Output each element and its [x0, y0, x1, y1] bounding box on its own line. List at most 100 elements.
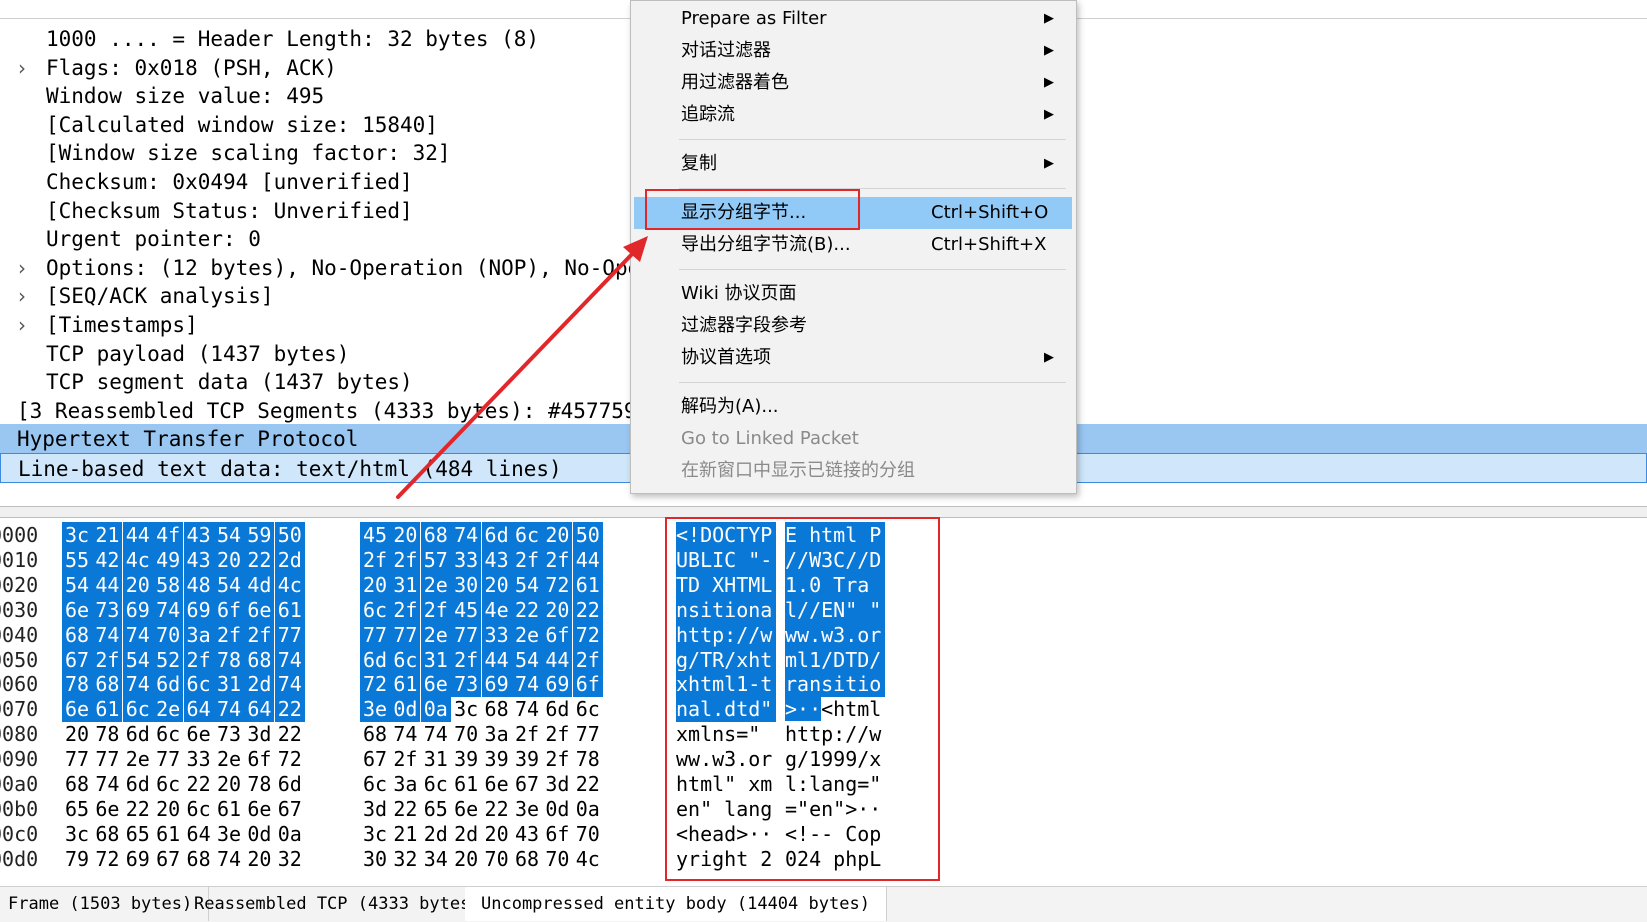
hex-byte[interactable]: 79: [62, 846, 92, 872]
hex-byte[interactable]: 68: [512, 846, 542, 872]
hex-byte[interactable]: 74: [214, 846, 244, 872]
hex-byte[interactable]: 6f: [244, 746, 274, 772]
hex-byte[interactable]: 6c: [153, 771, 183, 797]
hex-byte[interactable]: 4c: [122, 546, 153, 573]
hex-byte[interactable]: 20: [244, 846, 274, 872]
hex-byte[interactable]: 61: [390, 671, 421, 698]
menu-item[interactable]: 用过滤器着色 ▶: [631, 67, 1076, 99]
hex-byte[interactable]: 39: [482, 746, 512, 772]
hex-byte[interactable]: 78: [214, 646, 244, 673]
hex-byte[interactable]: 44: [481, 646, 512, 673]
hex-byte[interactable]: 68: [184, 846, 214, 872]
chevron-right-icon[interactable]: ›: [18, 281, 34, 311]
hex-byte[interactable]: 61: [274, 596, 305, 623]
hex-byte[interactable]: 77: [360, 621, 390, 648]
hex-byte[interactable]: 78: [62, 671, 92, 698]
hex-byte[interactable]: 45: [451, 596, 482, 623]
hex-byte[interactable]: 6c: [122, 696, 153, 723]
hex-byte[interactable]: 6d: [542, 696, 572, 722]
menu-item[interactable]: Wiki 协议页面: [631, 278, 1076, 310]
hex-byte[interactable]: 68: [244, 646, 275, 673]
hex-byte[interactable]: 4e: [481, 596, 512, 623]
hex-byte[interactable]: 3c: [62, 821, 92, 847]
hex-byte[interactable]: 2d: [274, 546, 305, 573]
hex-byte[interactable]: 77: [274, 621, 305, 648]
hex-byte[interactable]: 20: [62, 721, 92, 747]
hex-byte[interactable]: 2d: [421, 821, 451, 847]
hex-byte[interactable]: 4f: [153, 522, 184, 548]
hex-byte[interactable]: 52: [153, 646, 184, 673]
hex-byte[interactable]: 64: [184, 821, 214, 847]
hex-byte[interactable]: 0d: [542, 796, 572, 822]
hex-byte[interactable]: 43: [183, 546, 214, 573]
hex-byte[interactable]: 54: [214, 522, 244, 548]
hex-byte[interactable]: 61: [92, 696, 123, 723]
hex-byte[interactable]: 43: [481, 546, 512, 573]
hex-byte[interactable]: 70: [573, 821, 603, 847]
hex-byte[interactable]: 2f: [360, 546, 390, 573]
hex-byte[interactable]: 6e: [482, 771, 512, 797]
hex-byte[interactable]: 72: [572, 621, 603, 648]
hex-byte[interactable]: 33: [451, 546, 482, 573]
hex-byte[interactable]: 20: [360, 571, 390, 598]
hex-byte[interactable]: 6e: [451, 796, 481, 822]
hex-byte[interactable]: 45: [360, 522, 390, 548]
hex-byte[interactable]: 74: [512, 671, 542, 698]
hex-byte[interactable]: 3e: [214, 821, 244, 847]
hex-byte[interactable]: 20: [542, 522, 573, 548]
hex-byte[interactable]: 20: [481, 571, 512, 598]
hex-byte[interactable]: 2e: [123, 746, 153, 772]
hex-byte[interactable]: 70: [542, 846, 572, 872]
hex-byte[interactable]: 74: [92, 771, 122, 797]
hex-byte[interactable]: 74: [122, 621, 153, 648]
hex-byte[interactable]: 61: [153, 821, 183, 847]
hex-byte[interactable]: 22: [482, 796, 512, 822]
hex-byte[interactable]: 64: [183, 696, 214, 723]
hex-byte[interactable]: 69: [183, 596, 214, 623]
hex-byte[interactable]: 6d: [153, 671, 184, 698]
hex-byte[interactable]: 30: [360, 846, 390, 872]
hex-byte[interactable]: 74: [512, 696, 542, 722]
hex-byte[interactable]: 2d: [244, 671, 275, 698]
hex-byte[interactable]: 2e: [420, 571, 451, 598]
hex-byte[interactable]: 50: [572, 522, 603, 548]
hex-byte[interactable]: 33: [184, 746, 214, 772]
hex-byte[interactable]: 77: [451, 621, 482, 648]
hex-byte[interactable]: 2f: [542, 546, 573, 573]
hex-byte[interactable]: 74: [92, 621, 123, 648]
hex-byte[interactable]: 69: [123, 846, 153, 872]
hex-byte[interactable]: 31: [214, 671, 244, 698]
hex-byte[interactable]: 68: [420, 522, 451, 548]
hex-byte[interactable]: 44: [122, 522, 153, 548]
hex-byte[interactable]: 6d: [481, 522, 512, 548]
hex-byte[interactable]: 2e: [512, 621, 542, 648]
hex-byte[interactable]: 65: [62, 796, 92, 822]
hex-byte[interactable]: 39: [451, 746, 481, 772]
hex-byte[interactable]: 20: [390, 522, 421, 548]
menu-item[interactable]: Prepare as Filter ▶: [631, 3, 1076, 35]
context-menu[interactable]: Prepare as Filter ▶ 对话过滤器 ▶ 用过滤器着色 ▶ 追踪流 ▶ 复制 ▶ 显示…: [630, 0, 1077, 494]
hex-byte[interactable]: 6c: [183, 671, 214, 698]
hex-byte[interactable]: 20: [122, 571, 153, 598]
hex-byte[interactable]: 69: [542, 671, 573, 698]
hex-byte[interactable]: 2f: [572, 646, 603, 673]
hex-byte[interactable]: 67: [360, 746, 390, 772]
hex-byte[interactable]: 3d: [360, 796, 390, 822]
hex-byte[interactable]: 6d: [360, 646, 390, 673]
hex-byte[interactable]: 20: [451, 846, 481, 872]
hex-byte[interactable]: 77: [62, 746, 92, 772]
hex-byte[interactable]: 4d: [244, 571, 275, 598]
hex-byte[interactable]: 6d: [275, 771, 305, 797]
hex-byte[interactable]: 68: [482, 696, 512, 722]
hex-byte[interactable]: 33: [481, 621, 512, 648]
hex-byte[interactable]: 54: [214, 571, 244, 598]
hex-byte[interactable]: 6e: [62, 696, 92, 723]
hex-byte[interactable]: 6e: [244, 796, 274, 822]
hex-byte[interactable]: 74: [274, 671, 305, 698]
hex-byte[interactable]: 65: [123, 821, 153, 847]
hex-byte[interactable]: 6e: [184, 721, 214, 747]
hex-byte[interactable]: 31: [390, 571, 421, 598]
hex-byte[interactable]: 21: [390, 821, 420, 847]
hex-byte[interactable]: 77: [390, 621, 421, 648]
hex-byte[interactable]: 34: [421, 846, 451, 872]
